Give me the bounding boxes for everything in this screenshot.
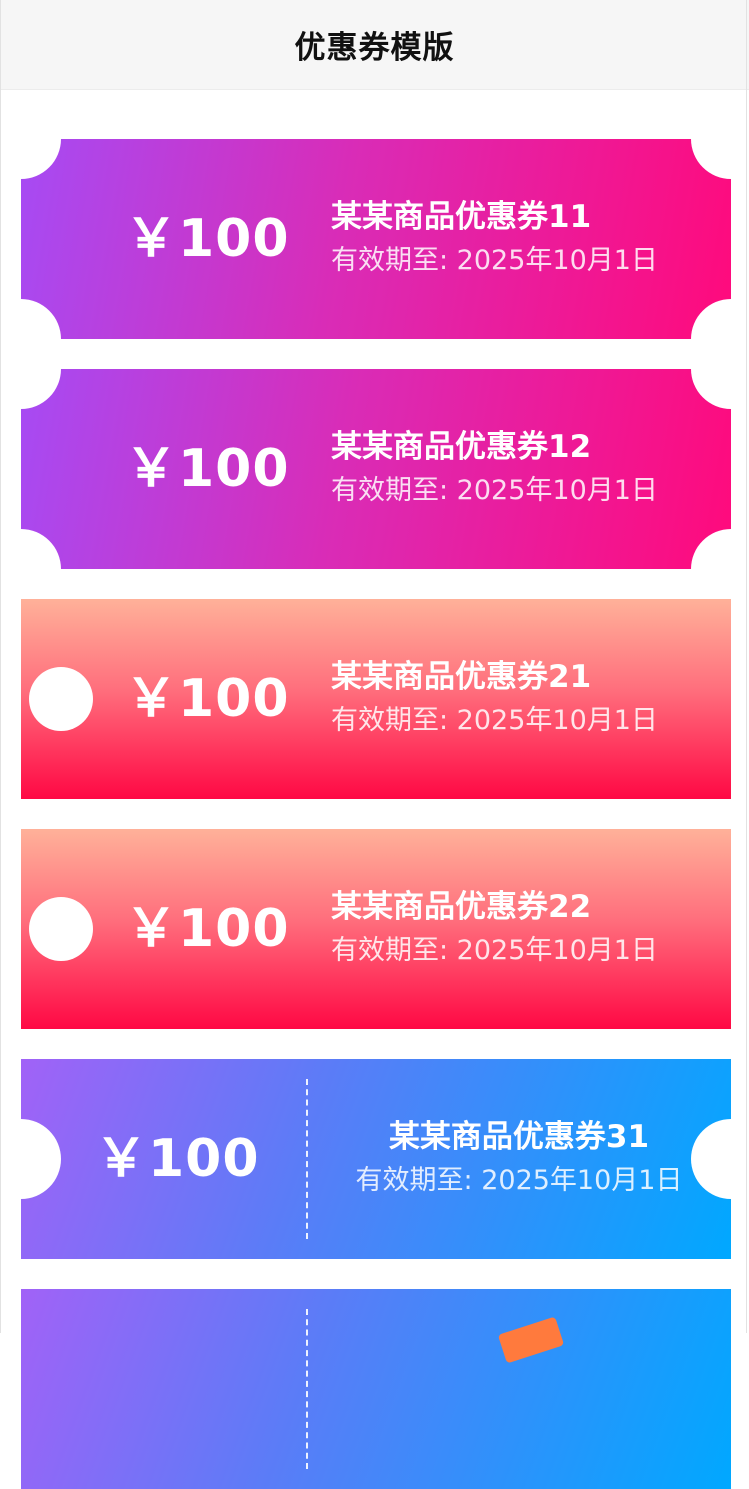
coupon-info: 某某商品优惠券21 有效期至: 2025年10月1日	[331, 657, 658, 741]
coupon-info: 某某商品优惠券22 有效期至: 2025年10月1日	[331, 887, 658, 971]
coupon-info: 某某商品优惠券11 有效期至: 2025年10月1日	[331, 197, 658, 281]
corner-notch	[691, 369, 731, 409]
page-title: 优惠券模版	[294, 30, 455, 66]
coupon-name: 某某商品优惠券21	[331, 659, 592, 695]
coupon-name: 某某商品优惠券11	[331, 199, 592, 235]
coupon-name: 某某商品优惠券31	[388, 1119, 650, 1155]
coupon-card[interactable]	[21, 1289, 731, 1489]
coupon-info: 某某商品优惠券12 有效期至: 2025年10月1日	[331, 427, 658, 511]
corner-notch	[21, 139, 61, 179]
punch-hole	[29, 897, 93, 961]
coupon-validity: 有效期至: 2025年10月1日	[355, 1165, 683, 1196]
coupon-card[interactable]: ￥100 某某商品优惠券21 有效期至: 2025年10月1日	[21, 599, 731, 799]
coupon-amount: ￥100	[125, 439, 290, 499]
coupon-amount: ￥100	[125, 899, 290, 959]
nav-bar: 优惠券模版	[0, 0, 749, 90]
corner-notch	[21, 529, 61, 569]
side-notch	[21, 1119, 61, 1199]
coupon-card[interactable]: ￥100 某某商品优惠券31 有效期至: 2025年10月1日	[21, 1059, 731, 1259]
corner-notch	[691, 529, 731, 569]
coupon-amount: ￥100	[95, 1129, 260, 1189]
corner-notch	[21, 369, 61, 409]
coupon-amount: ￥100	[125, 669, 290, 729]
coupon-validity: 有效期至: 2025年10月1日	[331, 935, 658, 966]
coupon-card[interactable]: ￥100 某某商品优惠券22 有效期至: 2025年10月1日	[21, 829, 731, 1029]
coupon-validity: 有效期至: 2025年10月1日	[331, 475, 658, 506]
coupon-validity: 有效期至: 2025年10月1日	[331, 245, 658, 276]
corner-notch	[21, 299, 61, 339]
stamp-icon	[497, 1316, 565, 1364]
coupon-validity: 有效期至: 2025年10月1日	[331, 705, 658, 736]
corner-notch	[691, 299, 731, 339]
coupon-name: 某某商品优惠券12	[331, 429, 592, 465]
coupon-card[interactable]: ￥100 某某商品优惠券11 有效期至: 2025年10月1日	[21, 139, 731, 339]
corner-notch	[691, 139, 731, 179]
coupon-amount: ￥100	[125, 209, 290, 269]
coupon-info: 某某商品优惠券31 有效期至: 2025年10月1日	[307, 1117, 731, 1201]
coupon-name: 某某商品优惠券22	[331, 889, 592, 925]
punch-hole	[29, 667, 93, 731]
coupon-card[interactable]: ￥100 某某商品优惠券12 有效期至: 2025年10月1日	[21, 369, 731, 569]
dashed-divider	[306, 1309, 308, 1469]
